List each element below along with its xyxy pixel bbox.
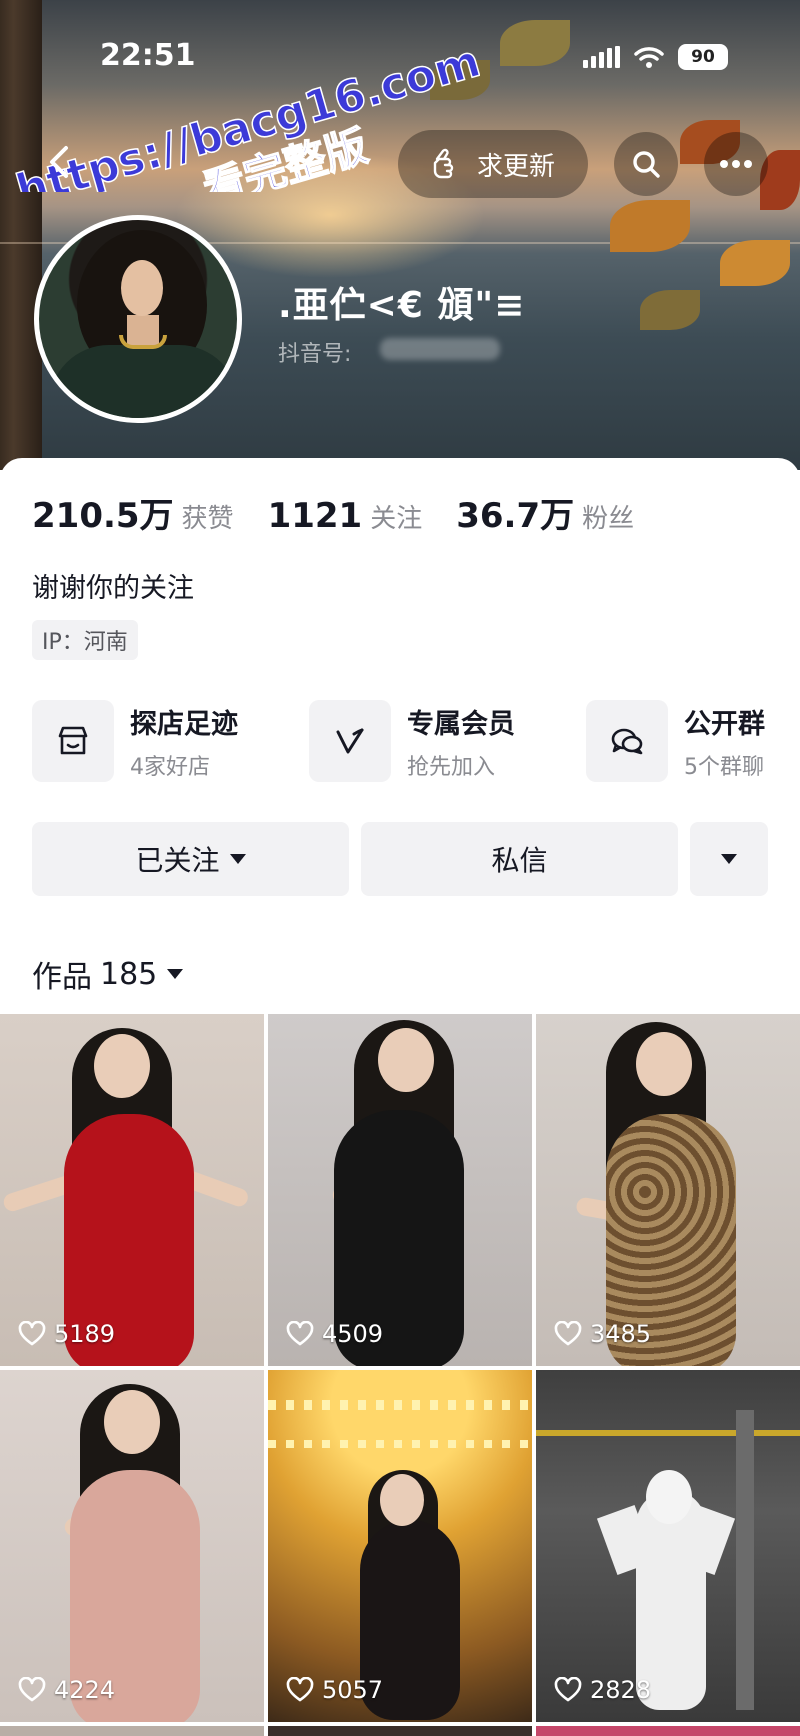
more-button[interactable] <box>704 132 768 196</box>
feature-shop-visits[interactable]: 探店足迹 4家好店 <box>32 700 238 782</box>
search-icon <box>633 151 660 178</box>
video-thumbnail[interactable]: 5189 <box>0 1014 264 1366</box>
like-count: 4224 <box>18 1676 115 1704</box>
status-time: 22:51 <box>100 38 196 73</box>
request-update-button[interactable]: 求更新 <box>398 130 588 198</box>
avatar[interactable] <box>34 215 242 423</box>
stat-likes: 210.5万 获赞 <box>32 496 234 536</box>
works-label: 作品 <box>32 960 92 995</box>
douyin-id-label: 抖音号: <box>278 342 352 367</box>
shop-icon <box>58 726 88 755</box>
heart-icon <box>554 1321 582 1346</box>
message-button[interactable]: 私信 <box>361 822 678 896</box>
douyin-id-value-blurred <box>380 338 500 360</box>
followed-button[interactable]: 已关注 <box>32 822 349 896</box>
like-count: 3485 <box>554 1320 651 1348</box>
banner-tree <box>0 0 42 470</box>
feature-groups-title: 公开群 <box>684 708 765 740</box>
video-thumbnail[interactable]: 5057 <box>268 1370 532 1722</box>
message-label: 私信 <box>491 844 548 877</box>
like-count: 5057 <box>286 1676 383 1704</box>
works-tab[interactable]: 作品 185 <box>32 952 184 996</box>
feature-membership-subtitle: 抢先加入 <box>407 754 496 780</box>
feature-membership[interactable]: 专属会员 抢先加入 <box>309 700 515 782</box>
feature-membership-title: 专属会员 <box>407 708 515 740</box>
nickname: .亜伫<€ 頒"≡ <box>278 285 526 326</box>
like-count: 2828 <box>554 1676 651 1704</box>
bio-text: 谢谢你的关注 <box>32 573 194 604</box>
caret-down-icon <box>167 969 184 979</box>
video-thumbnail[interactable]: 4224 <box>0 1370 264 1722</box>
more-actions-button[interactable] <box>690 822 768 896</box>
heart-icon <box>286 1321 314 1346</box>
video-thumbnail[interactable]: 3485 <box>536 1014 800 1366</box>
status-icons: 90 <box>583 44 728 70</box>
search-button[interactable] <box>614 132 678 196</box>
works-count: 185 <box>100 956 158 992</box>
like-count: 5189 <box>18 1320 115 1348</box>
heart-icon <box>554 1677 582 1702</box>
wifi-icon <box>634 47 664 68</box>
video-thumbnail[interactable]: 4509 <box>268 1014 532 1366</box>
stat-following[interactable]: 1121 关注 <box>268 496 423 536</box>
heart-icon <box>18 1677 46 1702</box>
caret-down-icon <box>721 854 737 864</box>
feature-public-groups[interactable]: 公开群 5个群聊 <box>586 700 765 782</box>
more-icon <box>720 160 752 168</box>
battery-indicator: 90 <box>678 44 728 70</box>
stat-followers[interactable]: 36.7万 粉丝 <box>456 488 634 537</box>
vip-icon <box>336 728 364 754</box>
signal-icon <box>583 46 620 68</box>
group-chat-icon <box>611 728 643 755</box>
back-icon[interactable] <box>38 140 82 184</box>
ip-location-tag: IP：河南 <box>32 620 138 660</box>
feature-shop-subtitle: 4家好店 <box>130 754 210 780</box>
feature-groups-subtitle: 5个群聊 <box>684 754 764 780</box>
hand-point-icon <box>433 148 454 179</box>
feature-entries: 探店足迹 4家好店 专属会员 抢先加入 公开群 5个群聊 <box>32 700 800 784</box>
video-thumbnail[interactable]: 2828 <box>536 1370 800 1722</box>
caret-down-icon <box>229 854 246 864</box>
feature-shop-title: 探店足迹 <box>130 708 238 740</box>
profile-stats: 210.5万 获赞 1121 关注 36.7万 粉丝 <box>32 488 668 537</box>
heart-icon <box>18 1321 46 1346</box>
followed-label: 已关注 <box>135 844 220 877</box>
heart-icon <box>286 1677 314 1702</box>
like-count: 4509 <box>286 1320 383 1348</box>
request-update-label: 求更新 <box>476 151 555 182</box>
